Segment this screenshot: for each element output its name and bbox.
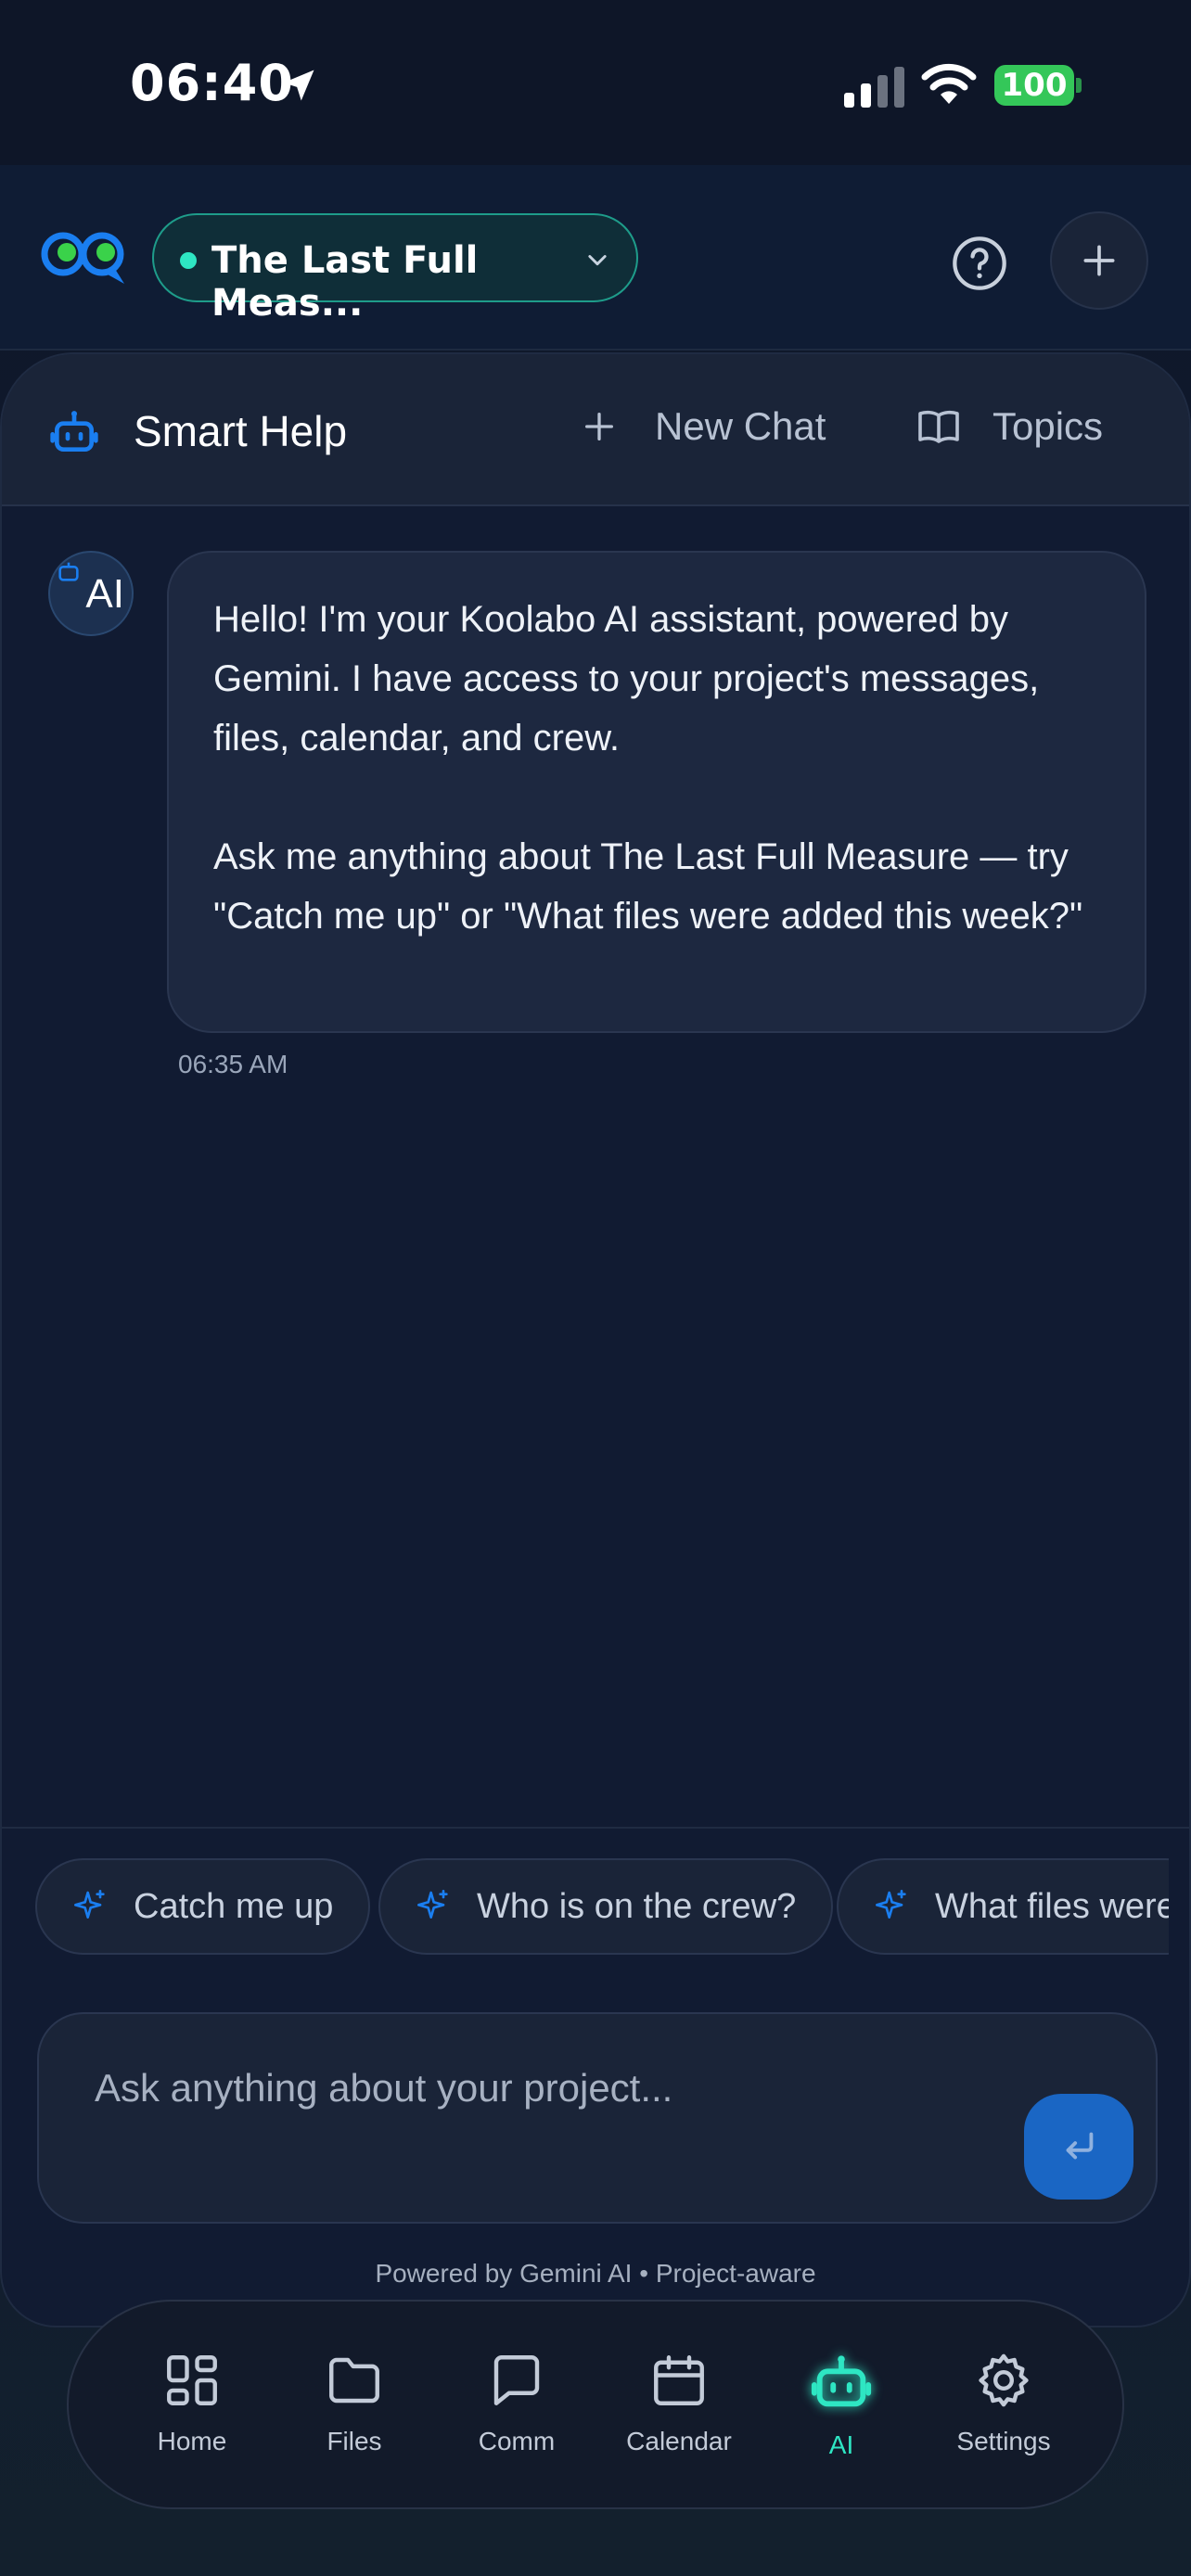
gear-icon xyxy=(979,2353,1029,2407)
project-status-dot xyxy=(180,252,197,269)
app-header: The Last Full Meas... xyxy=(0,165,1191,351)
message-text: Hello! I'm your Koolabo AI assistant, po… xyxy=(213,599,1040,759)
battery-indicator: 100 xyxy=(994,65,1074,106)
send-button[interactable] xyxy=(1024,2094,1133,2200)
robot-icon xyxy=(811,2355,872,2407)
return-arrow-icon xyxy=(1066,2132,1094,2160)
book-open-icon xyxy=(918,410,959,443)
suggestion-label: Who is on the crew? xyxy=(477,1886,797,1926)
chat-input[interactable]: Ask anything about your project... xyxy=(37,2012,1158,2224)
nav-item-settings[interactable]: Settings xyxy=(934,2350,1073,2456)
suggestion-chip[interactable]: Who is on the crew? xyxy=(378,1858,834,1955)
bottom-nav: Home Files Comm Calendar AI Settings xyxy=(67,2300,1124,2509)
calendar-icon xyxy=(654,2355,704,2405)
topics-button[interactable]: Topics xyxy=(916,404,1103,449)
robot-icon xyxy=(50,411,98,452)
suggestion-chips: Catch me up Who is on the crew? What fil… xyxy=(35,1858,1169,1958)
battery-tip xyxy=(1076,78,1082,93)
help-button[interactable] xyxy=(950,234,1009,293)
panel-title: Smart Help xyxy=(134,407,348,455)
folder-icon xyxy=(329,2357,379,2404)
nav-item-home[interactable]: Home xyxy=(122,2350,262,2456)
plus-icon xyxy=(585,413,613,440)
nav-item-ai[interactable]: AI xyxy=(772,2350,911,2460)
nav-item-comm[interactable]: Comm xyxy=(447,2350,586,2456)
divider xyxy=(2,1827,1189,1829)
suggestion-label: What files were xyxy=(935,1886,1169,1926)
topics-label: Topics xyxy=(992,404,1104,448)
message-text: Ask me anything about The Last Full Meas… xyxy=(213,836,1083,937)
chat-input-placeholder: Ask anything about your project... xyxy=(95,2066,673,2110)
nav-label: Home xyxy=(157,2427,227,2455)
nav-item-files[interactable]: Files xyxy=(285,2350,424,2456)
ai-avatar: AI xyxy=(48,551,134,636)
nav-item-calendar[interactable]: Calendar xyxy=(609,2350,749,2456)
location-arrow-icon xyxy=(283,70,314,101)
ai-message-bubble: Hello! I'm your Koolabo AI assistant, po… xyxy=(167,551,1146,1033)
nav-label: Settings xyxy=(956,2427,1051,2455)
powered-by-footer: Powered by Gemini AI • Project-aware xyxy=(375,2259,816,2288)
project-name: The Last Full Meas... xyxy=(211,239,479,325)
nav-label: AI xyxy=(828,2430,854,2459)
plus-icon xyxy=(1083,245,1115,276)
nav-label: Comm xyxy=(478,2427,556,2455)
wifi-icon xyxy=(921,63,977,104)
message-timestamp: 06:35 AM xyxy=(178,1050,288,1078)
sparkle-icon xyxy=(74,1890,105,1919)
sparkle-icon xyxy=(876,1890,906,1919)
cellular-signal-icon xyxy=(844,67,904,108)
suggestion-chip[interactable]: What files were xyxy=(837,1858,1169,1955)
nav-label: Calendar xyxy=(626,2427,732,2455)
robot-icon xyxy=(58,562,79,581)
avatar-label: AI xyxy=(85,571,124,617)
smart-help-panel: Smart Help New Chat Topics AI Hello! I'm… xyxy=(0,352,1191,2327)
new-chat-button[interactable]: New Chat xyxy=(581,404,826,449)
grid-icon xyxy=(167,2355,217,2405)
suggestion-label: Catch me up xyxy=(134,1886,334,1926)
sparkle-icon xyxy=(417,1890,448,1919)
project-selector[interactable]: The Last Full Meas... xyxy=(152,213,638,325)
chat-icon xyxy=(493,2355,540,2405)
status-bar: 06:40 100 xyxy=(0,0,1191,165)
koolabo-logo-icon xyxy=(41,232,124,284)
status-time: 06:40 xyxy=(130,54,294,112)
new-chat-label: New Chat xyxy=(655,404,826,448)
add-button[interactable] xyxy=(1050,211,1148,310)
panel-header: Smart Help New Chat Topics xyxy=(2,354,1189,506)
chevron-down-icon xyxy=(588,255,607,266)
suggestion-chip[interactable]: Catch me up xyxy=(35,1858,371,1955)
nav-label: Files xyxy=(327,2427,382,2455)
